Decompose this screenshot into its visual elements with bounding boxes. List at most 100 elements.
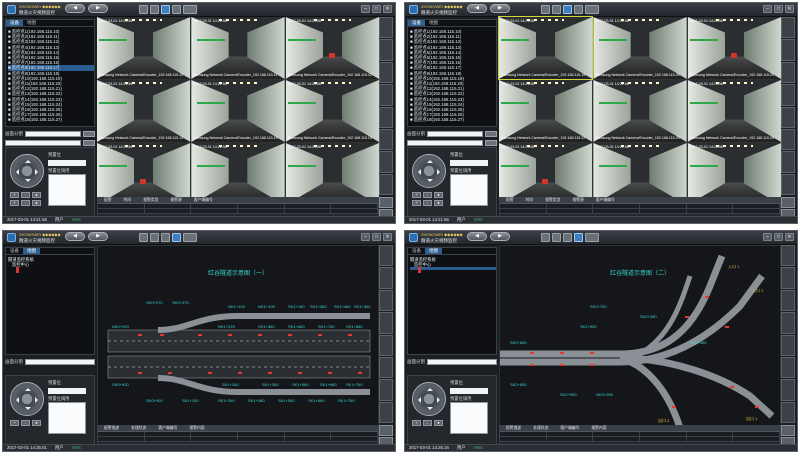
tool-slot[interactable] [379, 312, 393, 334]
close-button[interactable]: ✕ [383, 233, 392, 241]
zoom-reset-button[interactable]: ● [434, 420, 443, 426]
stream-apply-button[interactable] [485, 139, 497, 146]
ptz-dial[interactable] [412, 154, 446, 188]
minimize-button[interactable]: – [361, 5, 370, 13]
alarm-ack-button[interactable] [379, 425, 393, 436]
tab-map[interactable]: 地图 [23, 20, 40, 26]
preset-select[interactable] [450, 160, 488, 166]
camera-item[interactable]: ■ 监控点18(192.168.115.27) [410, 117, 496, 122]
tool-slot[interactable] [379, 173, 393, 195]
tab-map[interactable]: 地图 [425, 248, 442, 254]
map-view-button[interactable] [574, 233, 583, 242]
alarm-ack-button[interactable] [781, 197, 795, 208]
arrow-right-icon[interactable] [437, 169, 443, 175]
video-feed[interactable]: 2017-03-01 14:21:56Samsung Network Camer… [191, 80, 285, 142]
focus-reset-button[interactable]: ● [434, 200, 443, 206]
alarm-ack-button[interactable] [781, 425, 795, 436]
tool-slot[interactable] [781, 312, 795, 334]
split-apply-button[interactable] [485, 130, 497, 137]
arrow-up-icon[interactable] [25, 157, 31, 163]
preset-select[interactable] [450, 388, 488, 394]
zoom-in-button[interactable]: + [412, 192, 421, 198]
focus-out-button[interactable]: - [21, 200, 30, 206]
split-select[interactable] [427, 358, 497, 365]
arrow-up-icon[interactable] [427, 157, 433, 163]
tool-slot[interactable] [379, 289, 393, 312]
tab-map[interactable]: 地图 [425, 20, 442, 26]
video-feed[interactable]: 2017-03-01 14:21:56Samsung Network Camer… [285, 143, 379, 205]
tool-slot[interactable] [379, 245, 393, 267]
tool-slot[interactable] [379, 61, 393, 84]
zoom-reset-button[interactable]: ● [32, 192, 41, 198]
tab-devices[interactable]: 设备 [408, 20, 425, 26]
zoom-out-button[interactable]: - [423, 192, 432, 198]
arrow-left-icon[interactable] [415, 397, 421, 403]
tool-slot[interactable] [781, 245, 795, 267]
tree-leaf[interactable] [410, 270, 496, 274]
stream-select[interactable] [407, 139, 483, 146]
split-apply-button[interactable] [83, 130, 95, 137]
zoom-in-button[interactable]: + [10, 420, 19, 426]
preset-list[interactable] [48, 174, 86, 206]
zoom-in-button[interactable]: + [10, 192, 19, 198]
alarm-ack-button[interactable] [379, 197, 393, 208]
video-feed[interactable]: 2017-03-01 14:21:56Samsung Network Camer… [285, 17, 379, 79]
tool-slot[interactable] [781, 173, 795, 195]
table-row[interactable] [500, 437, 781, 442]
arrow-down-icon[interactable] [25, 179, 31, 185]
video-feed[interactable]: 2017-03-01 14:21:56Samsung Network Camer… [97, 80, 191, 142]
layout-4-button[interactable] [150, 5, 159, 14]
focus-reset-button[interactable]: ● [32, 200, 41, 206]
tool-slot[interactable] [379, 379, 393, 401]
tab-devices[interactable]: 设备 [6, 20, 23, 26]
layout-9-button[interactable] [161, 233, 170, 242]
preset-select[interactable] [48, 160, 86, 166]
maximize-button[interactable]: □ [372, 5, 381, 13]
zoom-out-button[interactable]: - [423, 420, 432, 426]
tool-slot[interactable] [379, 39, 393, 61]
layout-4-button[interactable] [552, 5, 561, 14]
tool-slot[interactable] [379, 151, 393, 173]
arrow-down-icon[interactable] [427, 179, 433, 185]
arrow-down-icon[interactable] [427, 407, 433, 413]
tool-slot[interactable] [781, 106, 795, 128]
tool-slot[interactable] [379, 334, 393, 356]
preset-list[interactable] [450, 174, 488, 206]
tool-slot[interactable] [379, 401, 393, 423]
fullscreen-button[interactable] [183, 5, 197, 14]
arrow-right-icon[interactable] [437, 397, 443, 403]
zoom-in-button[interactable]: + [412, 420, 421, 426]
zoom-reset-button[interactable]: ● [434, 192, 443, 198]
close-button[interactable]: ✕ [785, 5, 794, 13]
video-feed[interactable]: 2017-03-01 14:21:56Samsung Network Camer… [497, 16, 594, 80]
video-feed[interactable]: 2017-03-01 14:21:56Samsung Network Camer… [97, 143, 191, 205]
video-feed[interactable]: 2017-03-01 14:21:56Samsung Network Camer… [593, 17, 687, 79]
tool-slot[interactable] [781, 39, 795, 61]
tool-slot[interactable] [781, 17, 795, 39]
fullscreen-button[interactable] [183, 233, 197, 242]
layout-4-button[interactable] [150, 233, 159, 242]
focus-in-button[interactable]: + [412, 200, 421, 206]
forward-button[interactable]: ▶ [490, 4, 510, 13]
tool-slot[interactable] [781, 267, 795, 289]
split-select[interactable] [25, 358, 95, 365]
camera-item[interactable]: ■ 监控点18(192.168.115.27) [8, 117, 94, 122]
arrow-up-icon[interactable] [427, 385, 433, 391]
close-button[interactable]: ✕ [383, 5, 392, 13]
back-button[interactable]: ◀ [65, 4, 85, 13]
tab-map[interactable]: 地图 [23, 248, 40, 254]
forward-button[interactable]: ▶ [88, 4, 108, 13]
minimize-button[interactable]: – [361, 233, 370, 241]
arrow-left-icon[interactable] [13, 397, 19, 403]
fullscreen-button[interactable] [585, 5, 599, 14]
maximize-button[interactable]: □ [372, 233, 381, 241]
tunnel-map-2[interactable]: 红谷隧道示意图（二） SK2+750 SK2+550 SK2+650 SK2+8… [499, 245, 781, 428]
tunnel-map-1[interactable]: 红谷隧道示意图（一） SK0+070 SK0+070 NK1+100 NK1+1… [97, 245, 379, 427]
back-button[interactable]: ◀ [467, 4, 487, 13]
layout-16-button[interactable] [172, 5, 181, 14]
arrow-down-icon[interactable] [25, 407, 31, 413]
focus-out-button[interactable]: - [423, 200, 432, 206]
minimize-button[interactable]: – [763, 233, 772, 241]
fullscreen-button[interactable] [585, 233, 599, 242]
video-feed[interactable]: 2017-03-01 14:21:56Samsung Network Camer… [687, 80, 781, 142]
